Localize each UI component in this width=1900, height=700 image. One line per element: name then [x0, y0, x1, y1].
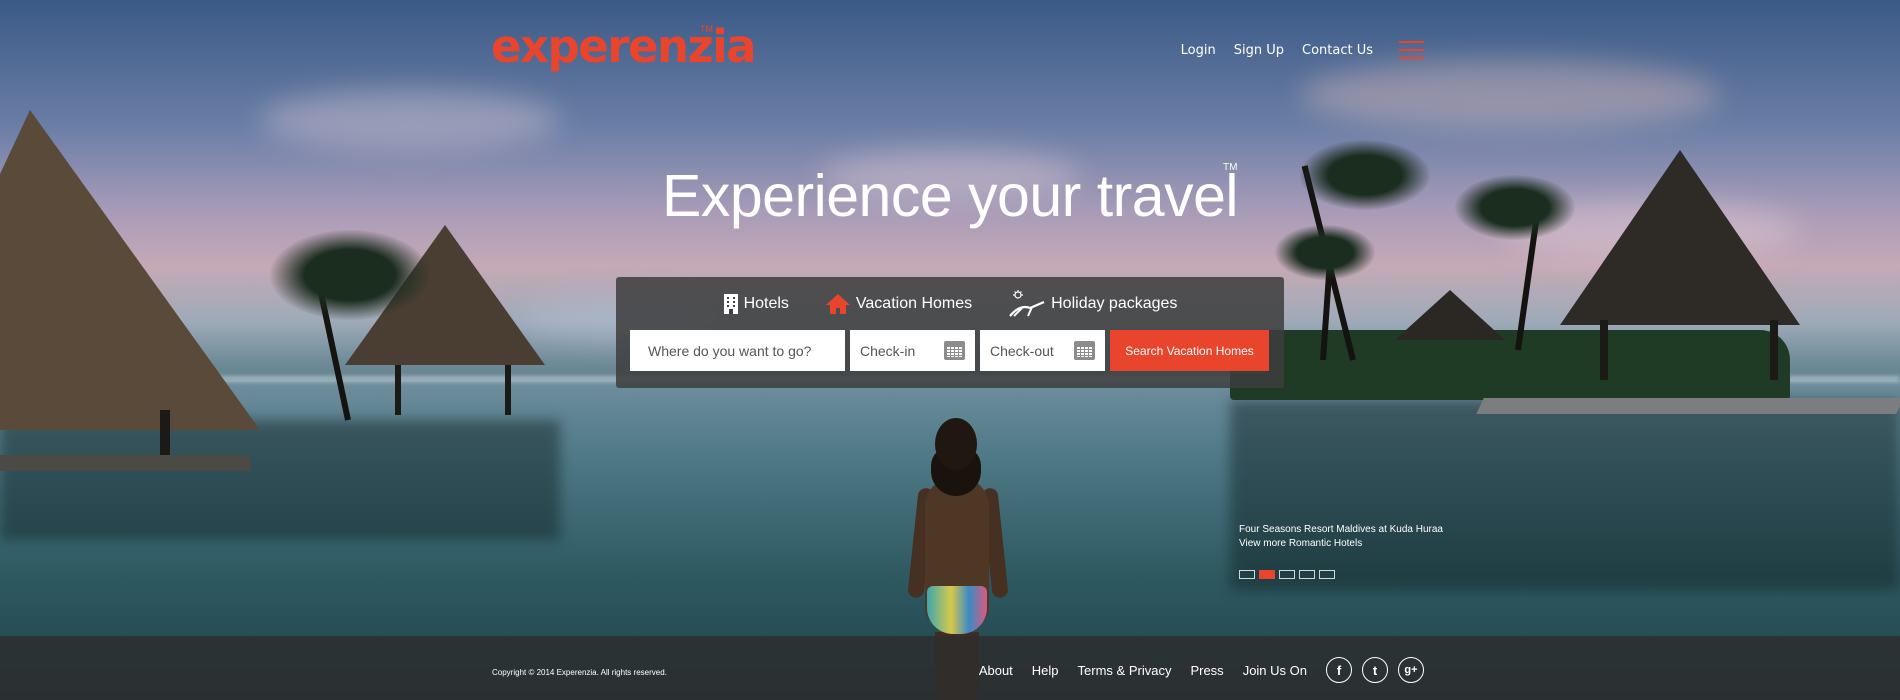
tab-vacation-homes-label: Vacation Homes — [855, 295, 973, 312]
signup-link[interactable]: Sign Up — [1234, 43, 1284, 58]
house-icon — [825, 294, 850, 314]
login-link[interactable]: Login — [1181, 43, 1216, 58]
search-panel: Hotels Vacation Homes Holiday packages W… — [616, 277, 1284, 388]
logo-trademark: TM — [700, 24, 713, 34]
join-us-label: Join Us On — [1242, 662, 1307, 678]
view-more-link[interactable]: View more Romantic Hotels — [1239, 537, 1443, 551]
slide-caption-title: Four Seasons Resort Maldives at Kuda Hur… — [1239, 524, 1443, 535]
tab-hotels-label: Hotels — [743, 295, 789, 312]
footer-links: About Help Terms & Privacy Press Join Us… — [979, 657, 1424, 683]
tab-vacation-homes[interactable]: Vacation Homes — [825, 290, 972, 318]
facebook-icon[interactable]: f — [1326, 657, 1352, 683]
search-tabs: Hotels Vacation Homes Holiday packages — [616, 290, 1284, 318]
checkin-input[interactable]: Check-in — [850, 330, 975, 371]
beach-chair-icon — [1009, 290, 1045, 317]
footer-link-terms[interactable]: Terms & Privacy — [1078, 663, 1172, 678]
destination-placeholder: Where do you want to go? — [648, 342, 812, 359]
calendar-icon[interactable] — [1074, 341, 1095, 360]
checkout-input[interactable]: Check-out — [980, 330, 1105, 371]
slide-pager — [1239, 570, 1335, 579]
checkin-placeholder: Check-in — [860, 342, 916, 359]
headline-trademark: TM — [1223, 162, 1238, 173]
footer: Copyright © 2014 Experenzia. All rights … — [0, 636, 1900, 700]
slide-dot[interactable] — [1279, 570, 1295, 579]
tab-holiday-packages[interactable]: Holiday packages — [1008, 290, 1177, 318]
checkout-placeholder: Check-out — [990, 342, 1054, 359]
copyright-text: Copyright © 2014 Experenzia. All rights … — [492, 668, 667, 677]
hamburger-menu-icon[interactable] — [1399, 40, 1424, 60]
building-icon — [723, 294, 738, 314]
search-vacation-homes-button[interactable]: Search Vacation Homes — [1110, 330, 1269, 371]
slide-dot[interactable] — [1319, 570, 1335, 579]
tab-holiday-packages-label: Holiday packages — [1051, 295, 1178, 312]
footer-link-about[interactable]: About — [979, 663, 1013, 678]
calendar-icon[interactable] — [944, 341, 965, 360]
slide-caption: Four Seasons Resort Maldives at Kuda Hur… — [1239, 523, 1443, 551]
google-plus-icon[interactable]: g+ — [1398, 657, 1424, 683]
contact-link[interactable]: Contact Us — [1302, 43, 1373, 58]
destination-input[interactable]: Where do you want to go? — [630, 330, 845, 371]
slide-dot[interactable] — [1259, 570, 1275, 579]
brand-logo[interactable]: experenzia — [491, 22, 757, 72]
search-fields: Where do you want to go? Check-in Check-… — [630, 330, 1269, 371]
footer-link-help[interactable]: Help — [1032, 663, 1059, 678]
twitter-icon[interactable]: t — [1362, 657, 1388, 683]
slide-dot[interactable] — [1299, 570, 1315, 579]
footer-link-press[interactable]: Press — [1190, 663, 1223, 678]
slide-dot[interactable] — [1239, 570, 1255, 579]
top-nav: Login Sign Up Contact Us — [1163, 40, 1424, 60]
tab-hotels[interactable]: Hotels — [723, 290, 789, 318]
hero-headline: Experience your travel — [661, 163, 1239, 229]
